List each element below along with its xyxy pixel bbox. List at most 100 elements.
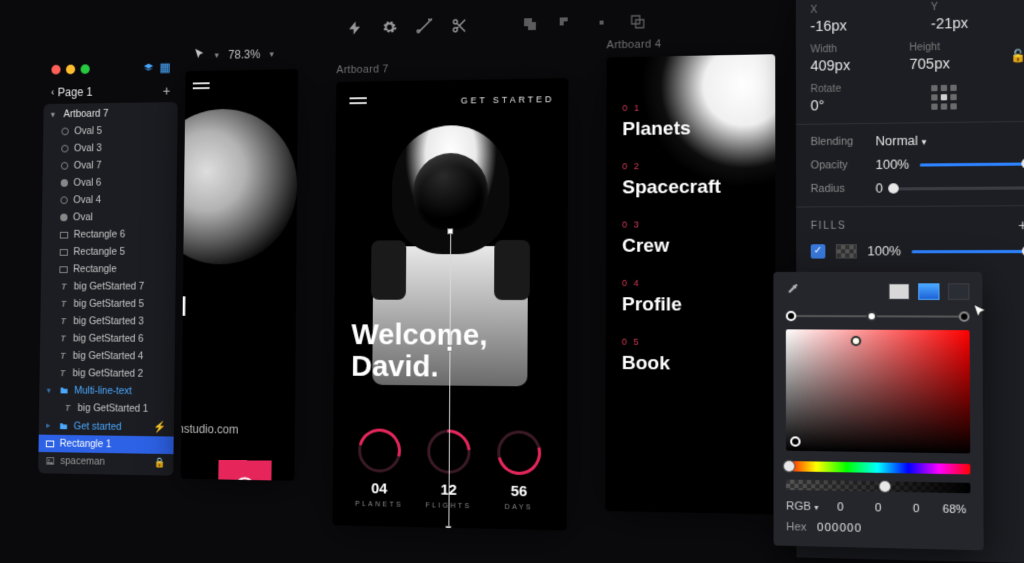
opacity-slider[interactable]: [920, 162, 1024, 166]
artboard-left[interactable]: ed on visionstudio.com: [181, 69, 299, 481]
stat-item: 04PLANETS: [350, 428, 409, 509]
union-icon[interactable]: [521, 15, 539, 33]
add-page-icon[interactable]: +: [163, 83, 171, 99]
nav-label: Profile: [622, 294, 721, 317]
vector-icon[interactable]: [415, 17, 433, 35]
text-icon: T: [59, 316, 68, 326]
fill-opacity-slider[interactable]: [912, 249, 1024, 252]
minimize-dot[interactable]: [66, 65, 75, 75]
eyedropper-icon[interactable]: [786, 282, 800, 300]
text-icon: T: [59, 299, 68, 309]
layer-row[interactable]: Oval 6: [42, 173, 176, 191]
layer-row-locked[interactable]: spaceman 🔒: [38, 452, 173, 472]
gear-icon[interactable]: [381, 18, 398, 36]
cta-label: GET STARTED: [461, 94, 555, 105]
fill-swatch[interactable]: [836, 244, 857, 258]
layer-row[interactable]: Tbig GetStarted 4: [40, 347, 175, 365]
layer-row[interactable]: Oval 4: [42, 191, 177, 209]
layer-row[interactable]: Rectangle 5: [41, 243, 176, 261]
opacity-value[interactable]: 100%: [875, 157, 909, 172]
layer-row[interactable]: Rectangle 6: [42, 226, 177, 244]
layer-row[interactable]: Oval 7: [43, 156, 177, 175]
lock-aspect-icon[interactable]: 🔓: [1010, 48, 1024, 63]
artboard-welcome[interactable]: GET STARTED Welcome, David. 04PLANETS12F…: [332, 78, 568, 530]
nav-index: 0 2: [622, 160, 721, 171]
artboard-label[interactable]: Artboard 4: [606, 36, 775, 51]
panel-icon[interactable]: ▦: [160, 62, 171, 74]
folder-row[interactable]: ▸ Get started ⚡: [39, 416, 174, 436]
layer-row[interactable]: Tbig GetStarted 3: [40, 312, 175, 330]
layer-row[interactable]: Tbig GetStarted 7: [41, 278, 176, 296]
anchor-grid[interactable]: [931, 84, 957, 109]
layer-row[interactable]: Rectangle: [41, 260, 176, 277]
close-dot[interactable]: [51, 65, 60, 75]
sv-handle[interactable]: [790, 436, 800, 446]
width-label: Width: [810, 43, 882, 56]
nav-label: Spacecraft: [622, 176, 721, 199]
layer-row[interactable]: Oval 5: [43, 121, 177, 140]
layer-label: Multi-line-text: [74, 385, 132, 397]
layer-row-selected[interactable]: Rectangle 1: [38, 435, 173, 455]
radius-value[interactable]: 0: [876, 181, 883, 195]
progress-ring: [497, 430, 541, 475]
layers-icon[interactable]: [143, 62, 154, 74]
artboard-nav[interactable]: 0 1Planets0 2Spacecraft0 3Crew0 4Profile…: [605, 54, 775, 514]
cursor-icon: [972, 303, 989, 320]
maximize-dot[interactable]: [81, 64, 90, 74]
fill-solid-button[interactable]: [888, 283, 909, 300]
r-value[interactable]: 0: [825, 501, 856, 514]
folder-row[interactable]: ▾ Multi-line-text: [39, 382, 174, 401]
rotate-value[interactable]: 0°: [810, 96, 903, 114]
height-value[interactable]: 705px: [909, 54, 982, 72]
width-value[interactable]: 409px: [810, 56, 882, 74]
artboard-label[interactable]: Artboard 7: [336, 60, 568, 76]
layer-row[interactable]: Oval: [42, 208, 177, 226]
subtract-icon[interactable]: [557, 14, 575, 32]
x-value[interactable]: -16px: [810, 16, 903, 34]
hue-slider[interactable]: [786, 461, 970, 474]
handle[interactable]: [445, 526, 451, 531]
zoom-indicator[interactable]: ▾ 78.3% ▾: [193, 46, 274, 63]
hex-value[interactable]: 000000: [817, 522, 862, 535]
b-value[interactable]: 0: [900, 502, 932, 515]
blending-value[interactable]: Normal ▾: [875, 134, 926, 149]
rectangle-icon: [46, 440, 54, 447]
saturation-value-field[interactable]: [786, 329, 970, 453]
fill-linear-button[interactable]: [918, 283, 939, 300]
layer-row[interactable]: Tbig GetStarted 2: [40, 364, 175, 383]
layer-label: big GetStarted 6: [73, 333, 144, 345]
oval-icon: [60, 196, 67, 204]
text-icon: T: [58, 368, 67, 378]
fill-radial-button[interactable]: [948, 283, 969, 300]
page-selector[interactable]: ‹ Page 1 +: [44, 79, 178, 104]
g-value[interactable]: 0: [862, 502, 894, 515]
lock-icon: 🔒: [154, 457, 166, 468]
radius-slider[interactable]: [893, 186, 1024, 190]
add-fill-icon[interactable]: +: [1018, 217, 1024, 234]
nav-item: 0 5Book: [622, 337, 721, 376]
difference-icon[interactable]: [629, 13, 647, 31]
handle[interactable]: [447, 346, 453, 352]
fingerprint-button[interactable]: [218, 460, 272, 481]
oval-icon: [61, 162, 68, 170]
color-mode-select[interactable]: RGB ▾: [786, 500, 818, 513]
alpha-slider[interactable]: [786, 480, 970, 494]
artboard-row[interactable]: ▾ Artboard 7: [43, 104, 177, 123]
layer-row[interactable]: Tbig GetStarted 5: [41, 295, 176, 313]
bolt-icon[interactable]: [346, 19, 363, 37]
alpha-value[interactable]: 68%: [939, 503, 971, 516]
layer-row[interactable]: Tbig GetStarted 6: [40, 330, 175, 348]
scissors-icon[interactable]: [450, 17, 468, 35]
y-value[interactable]: -21px: [931, 13, 1024, 31]
opacity-label: Opacity: [811, 159, 865, 172]
fill-enabled-checkbox[interactable]: [811, 244, 826, 258]
layer-row[interactable]: T big GetStarted 1: [39, 399, 174, 418]
layer-label: Oval 5: [74, 125, 102, 137]
handle[interactable]: [447, 228, 453, 234]
layer-label: Oval: [73, 212, 93, 224]
fill-opacity-value[interactable]: 100%: [867, 244, 901, 259]
layer-row[interactable]: Oval 3: [43, 139, 177, 158]
layer-label: big GetStarted 3: [73, 315, 144, 327]
sv-handle[interactable]: [851, 336, 862, 346]
intersect-icon[interactable]: [593, 13, 611, 31]
